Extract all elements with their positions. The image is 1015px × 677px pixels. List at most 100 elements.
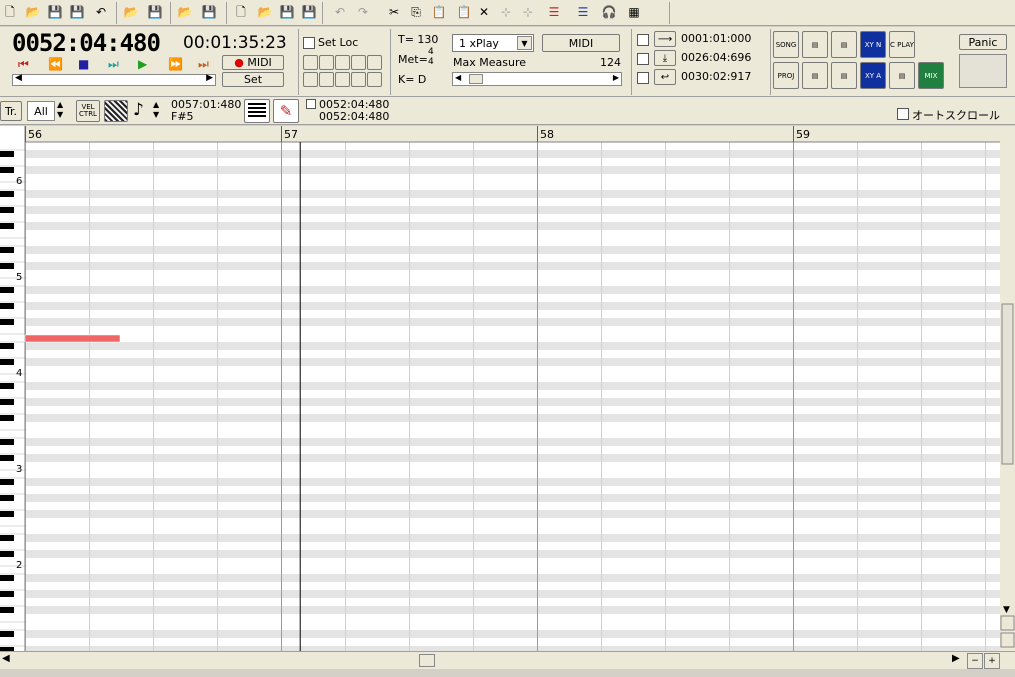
locator-slot-button[interactable] — [335, 55, 350, 70]
slider-right-icon[interactable]: ▶ — [613, 73, 619, 82]
open-folder-icon[interactable]: 📂 — [122, 3, 140, 21]
save-disk-icon[interactable]: 💾 — [300, 3, 318, 21]
piano-roll[interactable]: 56 57 58 59 6 5 4 3 2 ▼ — [0, 126, 1015, 651]
spin-down-icon[interactable]: ▼ — [153, 110, 159, 119]
max-measure-slider[interactable]: ◀ ▶ — [452, 72, 622, 86]
locator-slot-button[interactable] — [351, 72, 366, 87]
auto-scroll-checkbox[interactable] — [897, 108, 909, 120]
proj-panel-button[interactable]: PROJ — [773, 62, 799, 89]
undo-arrow-icon[interactable]: ↶ — [92, 3, 110, 21]
cut-icon[interactable]: ✂ — [385, 3, 403, 21]
locator-slot-button[interactable] — [335, 72, 350, 87]
selection-checkbox[interactable] — [306, 99, 316, 109]
locator-slot-button[interactable] — [367, 72, 382, 87]
set-loc-checkbox[interactable] — [303, 37, 315, 49]
headphones-icon[interactable]: 🎧 — [600, 3, 618, 21]
locator-slot-button[interactable] — [303, 55, 318, 70]
rewind-start-icon[interactable]: ⏮ — [18, 57, 29, 72]
zoom-out-button[interactable]: − — [967, 653, 983, 669]
new-file-icon[interactable]: 🗋 — [1, 3, 19, 21]
channel-select[interactable]: All — [27, 101, 55, 121]
spin-up-icon[interactable]: ▲ — [153, 100, 159, 109]
list-red-icon[interactable]: ☰ — [545, 3, 563, 21]
locator-checkbox[interactable] — [637, 72, 649, 84]
pencil-tool-icon[interactable]: ✎ — [273, 99, 299, 123]
save-disk-icon[interactable]: 💾 — [146, 3, 164, 21]
xy-a-panel-button[interactable]: XY A — [860, 62, 886, 89]
open-folder-icon[interactable]: 📂 — [176, 3, 194, 21]
track-button[interactable]: Tr. — [0, 101, 22, 121]
locator-slot-button[interactable] — [351, 55, 366, 70]
view-panel-button[interactable]: ▤ — [802, 31, 828, 58]
save-disk-icon[interactable]: 💾 — [278, 3, 296, 21]
end-icon[interactable]: ⏭ — [198, 57, 209, 72]
delete-icon[interactable]: ✕ — [475, 3, 493, 21]
step-icon[interactable]: ⏭ — [108, 57, 119, 72]
scroll-right-icon[interactable]: ▶ — [952, 653, 960, 664]
position-slider[interactable]: ◀ ▶ — [12, 73, 216, 86]
spin-down-icon[interactable]: ▼ — [57, 110, 63, 119]
view-panel-button[interactable]: ▤ — [889, 62, 915, 89]
select-icon[interactable]: ⊹ — [497, 3, 515, 21]
set-button[interactable]: Set — [222, 72, 284, 87]
note[interactable] — [24, 334, 121, 343]
locator-jump-icon[interactable]: ↩ — [654, 69, 676, 85]
copy-icon[interactable]: ⎘ — [407, 3, 425, 21]
record-midi-button[interactable]: ● MIDI — [222, 55, 284, 70]
slider-left-icon[interactable]: ◀ — [15, 73, 22, 83]
midi-button[interactable]: MIDI — [542, 34, 620, 52]
fast-forward-icon[interactable]: ⏩ — [168, 57, 183, 71]
open-file-icon[interactable]: 📂 — [24, 3, 42, 21]
view-panel-button[interactable]: ▤ — [831, 31, 857, 58]
view-panel-button[interactable]: ▤ — [831, 62, 857, 89]
save-file-icon[interactable]: 💾 — [46, 3, 64, 21]
spin-up-icon[interactable]: ▲ — [57, 100, 63, 109]
song-panel-button[interactable]: SONG — [773, 31, 799, 58]
grid-icon[interactable]: ▦ — [625, 3, 643, 21]
rewind-icon[interactable]: ⏪ — [48, 57, 63, 71]
play-icon[interactable]: ▶ — [138, 57, 147, 71]
locator-slot-button[interactable] — [319, 72, 334, 87]
locator-checkbox[interactable] — [637, 34, 649, 46]
undo-icon[interactable]: ↶ — [331, 3, 349, 21]
hscroll-thumb[interactable] — [419, 654, 435, 667]
note-length-icon[interactable]: ♪ — [133, 100, 144, 120]
zoom-in-button[interactable] — [1000, 632, 1015, 648]
open-folder-icon[interactable]: 📂 — [256, 3, 274, 21]
locator-slot-button[interactable] — [319, 55, 334, 70]
grid-snap-icon[interactable] — [104, 100, 128, 122]
list-blue-icon[interactable]: ☰ — [574, 3, 592, 21]
paste-icon[interactable]: 📋 — [430, 3, 448, 21]
select-all-icon[interactable]: ⊹ — [519, 3, 537, 21]
stop-icon[interactable]: ■ — [78, 57, 89, 71]
zoom-out-button[interactable] — [1000, 615, 1015, 631]
locator-jump-icon[interactable]: ⤓ — [654, 50, 676, 66]
locator-slot-button[interactable] — [367, 55, 382, 70]
paste-special-icon[interactable]: 📋 — [455, 3, 473, 21]
scroll-down-icon[interactable]: ▼ — [1003, 605, 1010, 615]
view-panel-button[interactable]: ▤ — [802, 62, 828, 89]
mix-panel-button[interactable]: MIX — [918, 62, 944, 89]
redo-icon[interactable]: ↷ — [354, 3, 372, 21]
locator-checkbox[interactable] — [637, 53, 649, 65]
document-icon[interactable]: 🗋 — [232, 3, 250, 21]
vscroll-thumb[interactable] — [1001, 303, 1014, 465]
save-disk-icon[interactable]: 💾 — [200, 3, 218, 21]
slider-thumb[interactable] — [469, 74, 483, 84]
panic-button[interactable]: Panic — [959, 34, 1007, 50]
velocity-control-button[interactable]: VEL CTRL — [76, 100, 100, 122]
scroll-left-icon[interactable]: ◀ — [2, 653, 10, 664]
slider-right-icon[interactable]: ▶ — [206, 73, 213, 83]
piano-roll-canvas[interactable]: 56 57 58 59 6 5 4 3 2 ▼ — [0, 126, 1015, 651]
horizontal-scrollbar[interactable]: ◀ ▶ − + — [0, 651, 1015, 669]
chevron-down-icon[interactable]: ▼ — [517, 36, 532, 50]
c-play-panel-button[interactable]: C PLAY — [889, 31, 915, 58]
slider-left-icon[interactable]: ◀ — [455, 73, 461, 82]
piano-view-icon[interactable] — [244, 99, 270, 123]
locator-jump-icon[interactable]: ⟶ — [654, 31, 676, 47]
save-as-icon[interactable]: 💾 — [68, 3, 86, 21]
zoom-in-button[interactable]: + — [984, 653, 1000, 669]
locator-slot-button[interactable] — [303, 72, 318, 87]
xy-n-panel-button[interactable]: XY N — [860, 31, 886, 58]
play-mode-select[interactable]: 1 xPlay ▼ — [452, 34, 534, 52]
